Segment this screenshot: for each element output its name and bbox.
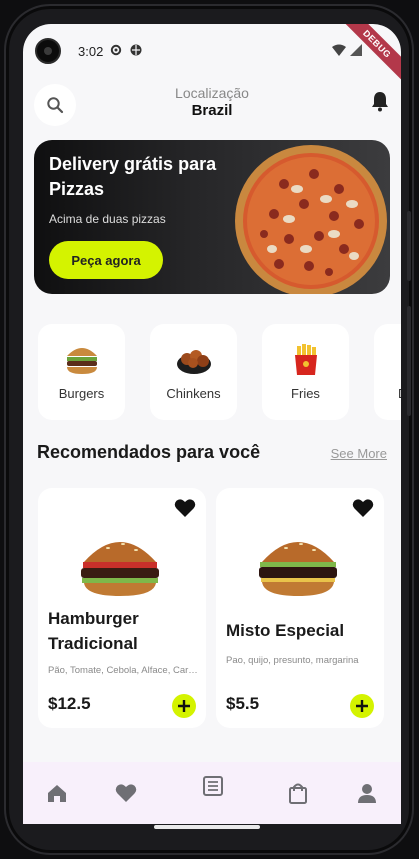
burger-image xyxy=(259,542,337,596)
banner-title: Delivery grátis para Pizzas xyxy=(49,154,217,199)
promo-banner: Delivery grátis para Pizzas Acima de dua… xyxy=(34,140,390,294)
categories-row: Burgers Chinkens Fries xyxy=(38,324,401,420)
camera-icon xyxy=(35,38,61,64)
location-label: Localização xyxy=(175,85,249,101)
plus-icon xyxy=(178,700,190,712)
status-bar: 3:02 DEBUG xyxy=(23,24,401,86)
bottom-nav xyxy=(23,762,401,824)
power-button xyxy=(407,306,411,416)
burger-icon xyxy=(67,348,97,374)
chicken-icon xyxy=(177,350,211,374)
category-label: D xyxy=(374,386,401,401)
home-indicator xyxy=(154,825,260,829)
category-label: Burgers xyxy=(58,386,105,401)
fries-icon xyxy=(295,344,317,375)
heart-icon[interactable] xyxy=(115,782,137,804)
plus-icon xyxy=(356,700,368,712)
add-to-cart-button[interactable] xyxy=(172,694,196,718)
category-fries[interactable]: Fries xyxy=(262,324,349,420)
app-screen: 3:02 DEBUG Localização Brazil Delivery g… xyxy=(23,24,401,824)
product-description: Pao, quijo, presunto, margarina xyxy=(226,655,359,666)
list-icon[interactable] xyxy=(202,775,224,797)
bell-icon[interactable] xyxy=(369,90,391,112)
product-price: $5.5 xyxy=(226,694,260,713)
pizza-image xyxy=(235,145,387,294)
category-drinks[interactable]: D xyxy=(374,324,401,420)
heart-icon[interactable] xyxy=(174,498,196,518)
wifi-icon xyxy=(332,44,346,56)
product-card[interactable]: Hamburger Tradicional Pão, Tomate, Cebol… xyxy=(38,488,206,728)
product-name: Hamburger Tradicional xyxy=(48,609,139,653)
product-name: Misto Especial xyxy=(226,621,345,640)
location-value[interactable]: Brazil xyxy=(23,102,401,119)
product-price: $12.5 xyxy=(48,694,91,713)
bag-icon[interactable] xyxy=(287,782,309,804)
phone-frame: 3:02 DEBUG Localização Brazil Delivery g… xyxy=(4,4,414,855)
home-icon[interactable] xyxy=(46,782,68,804)
category-burgers[interactable]: Burgers xyxy=(38,324,125,420)
burger-image xyxy=(81,542,159,596)
settings-icon xyxy=(110,44,122,56)
category-label: Chinkens xyxy=(166,386,221,401)
profile-icon[interactable] xyxy=(356,782,378,804)
product-card[interactable]: Misto Especial Pao, quijo, presunto, mar… xyxy=(216,488,384,728)
see-more-link[interactable]: See More xyxy=(331,446,387,461)
add-to-cart-button[interactable] xyxy=(350,694,374,718)
heart-icon[interactable] xyxy=(352,498,374,518)
order-now-button[interactable]: Peça agora xyxy=(49,241,163,279)
section-title: Recomendados para você xyxy=(37,442,261,462)
category-chinkens[interactable]: Chinkens xyxy=(150,324,237,420)
signal-icon xyxy=(350,44,362,56)
globe-icon xyxy=(130,44,142,56)
category-label: Fries xyxy=(291,386,320,401)
product-description: Pão, Tomate, Cebola, Alface, Carne xyxy=(48,665,198,676)
banner-subtitle: Acima de duas pizzas xyxy=(49,212,166,226)
volume-button xyxy=(407,211,411,281)
status-time: 3:02 xyxy=(78,44,104,59)
